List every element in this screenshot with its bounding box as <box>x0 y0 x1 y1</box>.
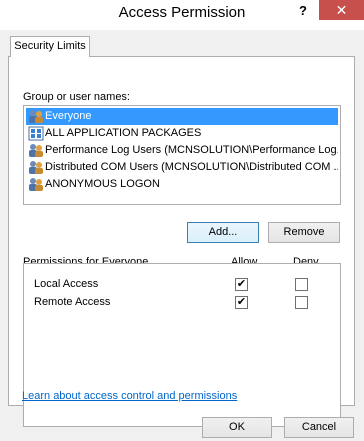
help-button[interactable]: ? <box>290 1 316 21</box>
list-item[interactable]: Everyone <box>26 108 338 125</box>
learn-more-link[interactable]: Learn about access control and permissio… <box>22 390 237 402</box>
list-item[interactable]: ALL APPLICATION PACKAGES <box>26 125 338 142</box>
app-packages-icon <box>28 126 44 141</box>
close-button[interactable]: ✕ <box>319 0 364 20</box>
permissions-table[interactable]: Local Access ✔ Remote Access ✔ <box>23 263 341 427</box>
tab-security-limits[interactable]: Security Limits <box>10 36 90 57</box>
user-group-icon <box>28 143 44 158</box>
list-item-label: Performance Log Users (MCNSOLUTION\Perfo… <box>45 144 338 156</box>
remove-button[interactable]: Remove <box>268 222 340 243</box>
deny-checkbox-remote-access[interactable] <box>295 296 308 309</box>
ok-button[interactable]: OK <box>202 417 272 438</box>
add-button[interactable]: Add... <box>187 222 259 243</box>
group-names-label: Group or user names: <box>23 91 130 103</box>
cancel-button[interactable]: Cancel <box>284 417 354 438</box>
list-item[interactable]: Performance Log Users (MCNSOLUTION\Perfo… <box>26 142 338 159</box>
user-group-icon <box>28 160 44 175</box>
permission-name: Local Access <box>34 278 99 290</box>
list-item-label: ALL APPLICATION PACKAGES <box>45 127 202 139</box>
user-group-icon <box>28 177 44 192</box>
tab-panel: Group or user names: Everyone ALL APPLIC… <box>8 56 355 427</box>
allow-checkbox-remote-access[interactable]: ✔ <box>235 296 248 309</box>
permission-name: Remote Access <box>34 296 111 308</box>
table-row: Remote Access ✔ <box>24 294 340 312</box>
list-item[interactable]: Distributed COM Users (MCNSOLUTION\Distr… <box>26 159 338 176</box>
list-item-label: Everyone <box>45 110 92 122</box>
list-item-label: Distributed COM Users (MCNSOLUTION\Distr… <box>45 161 338 173</box>
user-group-icon <box>28 109 44 124</box>
allow-checkbox-local-access[interactable]: ✔ <box>235 278 248 291</box>
table-row: Local Access ✔ <box>24 276 340 294</box>
list-item[interactable]: ANONYMOUS LOGON <box>26 176 338 193</box>
titlebar: Access Permission ? ✕ <box>0 0 364 30</box>
group-listbox[interactable]: Everyone ALL APPLICATION PACKAGES Perfor… <box>23 105 341 205</box>
dialog-client: Security Limits Group or user names: Eve… <box>0 30 364 441</box>
list-item-label: ANONYMOUS LOGON <box>45 178 160 190</box>
deny-checkbox-local-access[interactable] <box>295 278 308 291</box>
